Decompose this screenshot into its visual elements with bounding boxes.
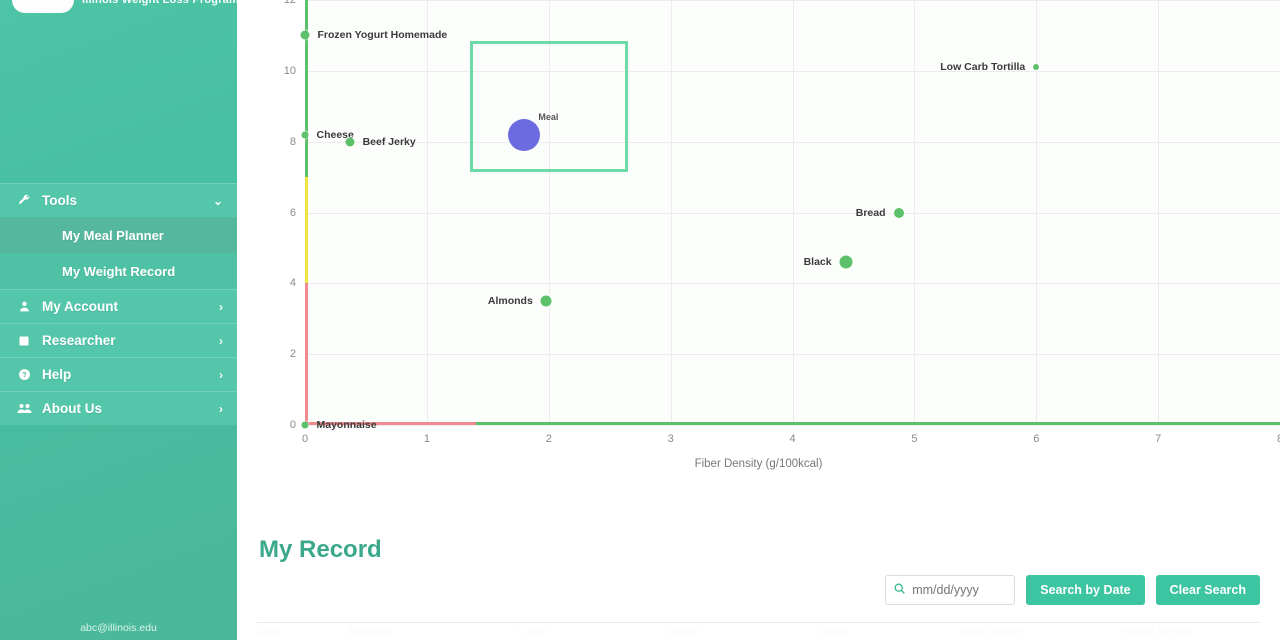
scatter-point[interactable] — [301, 31, 310, 40]
sidebar-subitem-label: My Meal Planner — [62, 228, 164, 243]
user-meal-point[interactable] — [508, 119, 540, 151]
scatter-point[interactable] — [541, 296, 552, 307]
search-input[interactable] — [912, 583, 1007, 597]
table-column-header[interactable]: Date — [257, 626, 347, 638]
x-axis-tick-label: 1 — [424, 433, 430, 445]
brand-title: Illinois Weight Loss Program — [82, 0, 237, 6]
sidebar-subitem-my-weight-record[interactable]: My Weight Record — [0, 253, 237, 289]
y-axis-tick-label: 12 — [284, 0, 296, 6]
x-axis-tick-label: 3 — [668, 433, 674, 445]
clear-search-button[interactable]: Clear Search — [1156, 575, 1260, 605]
nutrient-density-scatter-chart: Protein Density (g/100cal) Fiber Density… — [237, 0, 1280, 530]
scatter-point[interactable] — [346, 137, 355, 146]
gridline-horizontal — [305, 354, 1280, 355]
y-axis-tick-label: 6 — [290, 207, 296, 219]
x-axis-tick-label: 0 — [302, 433, 308, 445]
user-icon — [14, 300, 34, 313]
scatter-point-label: Almonds — [488, 295, 539, 307]
scatter-point[interactable] — [1033, 64, 1039, 70]
sidebar-item-label: About Us — [42, 401, 219, 416]
scatter-point-label: Frozen Yogurt Homemade — [318, 29, 448, 41]
clipboard-icon — [14, 335, 34, 347]
sidebar-item-researcher[interactable]: Researcher › — [0, 323, 237, 357]
y-axis-tick-label: 8 — [290, 136, 296, 148]
x-axis-tick-label: 4 — [789, 433, 795, 445]
chevron-right-icon: › — [219, 334, 223, 348]
gridline-horizontal — [305, 71, 1280, 72]
sidebar-item-about-us[interactable]: About Us › — [0, 391, 237, 425]
y-axis-band-low — [305, 283, 308, 425]
question-circle-icon: ? — [14, 368, 34, 381]
chevron-right-icon: › — [219, 368, 223, 382]
table-column-header[interactable]: Snack — [819, 626, 959, 638]
y-axis-tick-label: 2 — [290, 348, 296, 360]
scatter-point-label: Black — [804, 256, 838, 268]
sidebar-item-tools[interactable]: Tools ⌄ — [0, 183, 237, 217]
y-axis-tick-label: 10 — [284, 65, 296, 77]
sidebar-item-label: Help — [42, 367, 219, 382]
table-column-header[interactable]: Lunch — [518, 626, 668, 638]
gridline-horizontal — [305, 425, 1280, 426]
search-icon — [893, 582, 906, 598]
x-axis-tick-label: 6 — [1033, 433, 1039, 445]
scatter-point-label: Low Carb Tortilla — [940, 61, 1031, 73]
my-record-section: My Record Search by Date Clear Search Da… — [237, 530, 1280, 640]
table-column-header[interactable]: Protein Density — [1120, 626, 1260, 638]
sidebar-item-my-account[interactable]: My Account › — [0, 289, 237, 323]
app-logo-icon — [12, 0, 74, 13]
y-axis-band-high — [305, 0, 308, 177]
table-column-header[interactable]: Total Calories — [959, 626, 1119, 638]
search-toolbar: Search by Date Clear Search — [885, 575, 1260, 605]
chevron-right-icon: › — [219, 300, 223, 314]
scatter-point[interactable] — [894, 208, 904, 218]
sidebar-footer-email: abc@illinois.edu — [0, 622, 237, 634]
main-content: Protein Density (g/100cal) Fiber Density… — [237, 0, 1280, 640]
table-column-header[interactable]: Breakfast — [347, 626, 518, 638]
scatter-point[interactable] — [840, 256, 853, 269]
record-table-header: DateBreakfastLunchDinnerSnackTotal Calor… — [257, 622, 1260, 640]
gridline-horizontal — [305, 283, 1280, 284]
gridline-horizontal — [305, 142, 1280, 143]
wrench-icon — [14, 194, 34, 207]
user-meal-point-label: Meal — [538, 112, 558, 122]
brand[interactable]: Illinois Weight Loss Program — [0, 0, 237, 22]
scatter-point-label: Mayonnaise — [317, 419, 377, 431]
sidebar: Illinois Weight Loss Program Tools ⌄ My … — [0, 0, 237, 640]
page-root: Illinois Weight Loss Program Tools ⌄ My … — [0, 0, 1280, 640]
x-axis-tick-label: 2 — [546, 433, 552, 445]
x-axis-title: Fiber Density (g/100kcal) — [695, 458, 823, 470]
sidebar-item-label: My Account — [42, 299, 219, 314]
chevron-right-icon: › — [219, 402, 223, 416]
search-by-date-button[interactable]: Search by Date — [1026, 575, 1144, 605]
gridline-horizontal — [305, 213, 1280, 214]
scatter-point-label: Beef Jerky — [363, 136, 416, 148]
x-axis-band-high — [476, 422, 1280, 425]
plot-area: 012345678024681012Frozen Yogurt Homemade… — [305, 0, 1280, 425]
scatter-point[interactable] — [302, 131, 309, 138]
sidebar-subitem-label: My Weight Record — [62, 264, 175, 279]
sidebar-subitem-my-meal-planner[interactable]: My Meal Planner — [0, 217, 237, 253]
page-title: My Record — [259, 536, 382, 564]
svg-text:?: ? — [22, 370, 27, 379]
gridline-horizontal — [305, 0, 1280, 1]
scatter-point[interactable] — [302, 422, 309, 429]
scatter-point-label: Bread — [856, 207, 892, 219]
sidebar-item-label: Researcher — [42, 333, 219, 348]
target-zone-rectangle — [470, 41, 628, 172]
table-column-header[interactable]: Dinner — [668, 626, 818, 638]
x-axis-tick-label: 5 — [911, 433, 917, 445]
sidebar-item-help[interactable]: ? Help › — [0, 357, 237, 391]
y-axis-tick-label: 4 — [290, 277, 296, 289]
sidebar-nav: Tools ⌄ My Meal Planner My Weight Record… — [0, 183, 237, 425]
people-icon — [14, 402, 34, 415]
y-axis-tick-label: 0 — [290, 419, 296, 431]
sidebar-item-label: Tools — [42, 193, 213, 208]
y-axis-band-mid — [305, 177, 308, 283]
x-axis-tick-label: 7 — [1155, 433, 1161, 445]
chevron-down-icon: ⌄ — [213, 194, 223, 208]
date-search-box[interactable] — [885, 575, 1015, 605]
